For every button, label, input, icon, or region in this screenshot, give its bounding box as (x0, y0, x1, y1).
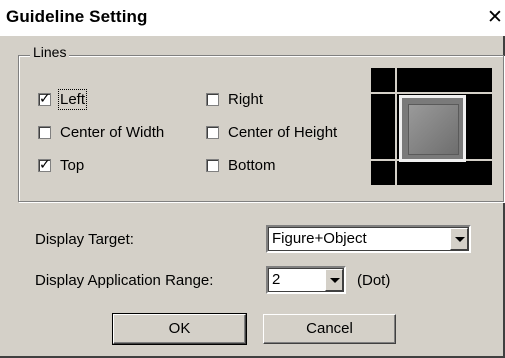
display-range-unit: (Dot) (357, 272, 391, 289)
display-range-label: Display Application Range: (35, 272, 214, 289)
ok-button[interactable]: OK (112, 313, 247, 345)
checkbox-center-of-height-box[interactable] (206, 126, 219, 139)
lines-group-label: Lines (30, 44, 70, 60)
display-target-select[interactable]: Figure+Object (266, 225, 471, 253)
checkbox-left-label: Left (57, 89, 88, 110)
checkbox-bottom[interactable]: Bottom (206, 157, 276, 174)
checkbox-center-of-width-box[interactable] (38, 126, 51, 139)
checkbox-bottom-box[interactable] (206, 159, 219, 172)
checkbox-center-of-height[interactable]: Center of Height (206, 124, 337, 141)
checkbox-top-label: Top (60, 157, 85, 174)
title-bar[interactable]: Guideline Setting ✕ (0, 0, 505, 36)
check-icon: ✓ (39, 90, 51, 106)
display-target-label: Display Target: (35, 231, 134, 248)
preview-figure-frame (399, 95, 466, 162)
display-range-value: 2 (272, 271, 281, 288)
close-icon: ✕ (487, 7, 503, 28)
preview-guide-top (371, 92, 492, 94)
guideline-setting-dialog: Guideline Setting ✕ Lines ✓ Left Right C… (0, 0, 505, 358)
checkbox-bottom-label: Bottom (228, 157, 276, 174)
chevron-down-icon[interactable] (450, 228, 468, 250)
checkbox-left[interactable]: ✓ Left (38, 89, 88, 110)
checkbox-center-of-width-label: Center of Width (60, 124, 165, 141)
checkbox-right-box[interactable] (206, 93, 219, 106)
checkbox-right-label: Right (228, 91, 264, 108)
cancel-button[interactable]: Cancel (263, 314, 396, 344)
display-target-value: Figure+Object (272, 230, 367, 247)
check-icon: ✓ (39, 156, 51, 172)
checkbox-center-of-height-label: Center of Height (228, 124, 338, 141)
chevron-down-icon[interactable] (325, 269, 343, 291)
display-range-select[interactable]: 2 (266, 266, 346, 294)
checkbox-left-box[interactable]: ✓ (38, 90, 51, 106)
checkbox-right[interactable]: Right (206, 91, 263, 108)
checkbox-top-box[interactable]: ✓ (38, 156, 51, 172)
checkbox-center-of-width[interactable]: Center of Width (38, 124, 164, 141)
guideline-preview-image (371, 68, 492, 185)
close-button[interactable]: ✕ (485, 8, 505, 30)
dialog-title: Guideline Setting (6, 7, 148, 26)
preview-guide-left (395, 68, 397, 185)
preview-figure (408, 104, 459, 155)
checkbox-top[interactable]: ✓ Top (38, 156, 85, 174)
